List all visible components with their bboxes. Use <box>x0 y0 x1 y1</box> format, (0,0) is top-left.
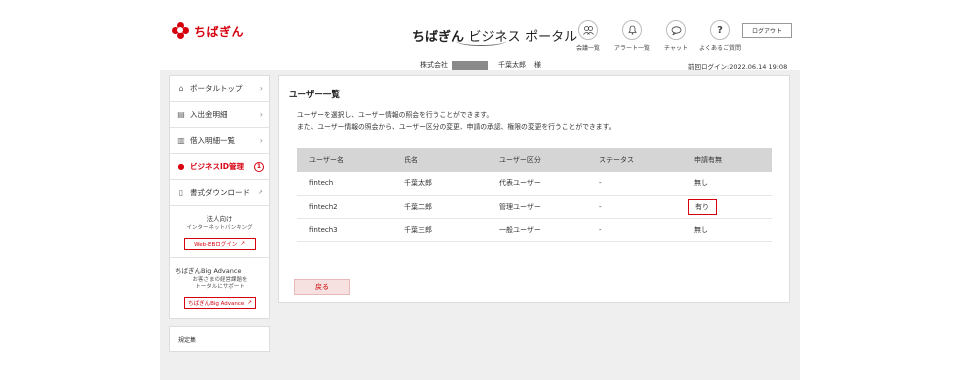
cell-username[interactable]: fintech <box>297 172 392 196</box>
left-margin <box>0 0 160 380</box>
chevron-right-icon: › <box>259 110 263 119</box>
chart-icon: ▥ <box>177 136 185 145</box>
page-title: ユーザー一覧 <box>289 90 340 100</box>
chevron-right-icon: › <box>259 136 263 145</box>
sidebar-item-label: 入出金明細 <box>190 110 228 119</box>
table-row[interactable]: fintech 千葉太郎 代表ユーザー - 無し <box>297 172 772 196</box>
cell-name: 千葉太郎 <box>392 172 487 196</box>
home-icon: ⌂ <box>178 84 184 93</box>
page-description: ユーザーを選択し、ユーザー情報の照会を行うことができます。 また、ユーザー情報の… <box>297 110 616 134</box>
cell-username[interactable]: fintech2 <box>297 195 392 219</box>
promo-subtitle: インターネットバンキング <box>186 225 253 231</box>
big-advance-button[interactable]: ちばぎんBig Advance ↗ <box>184 297 256 310</box>
sidebar-item-label: ビジネスID管理 <box>190 162 245 171</box>
promo-title: ちばぎんBig Advance <box>175 266 242 275</box>
header-icons: 会議一覧 アラート一覧 チャット ? よくあるご質問 <box>566 20 742 52</box>
faq-link[interactable]: ? よくあるご質問 <box>698 20 742 52</box>
button-label: ちばぎんBig Advance <box>188 301 245 308</box>
col-name: 氏名 <box>392 148 487 172</box>
big-advance-promo: ちばぎんBig Advance お客さまの経営課題を トータルにサポート ちばぎ… <box>170 258 269 316</box>
sidebar-item-form-download[interactable]: ▯ 書式ダウンロード ↗ <box>170 180 269 206</box>
chevron-right-icon: › <box>259 84 263 93</box>
external-link-icon: ↗ <box>257 189 263 196</box>
cell-user-type: 管理ユーザー <box>487 195 587 219</box>
alert-list-link[interactable]: アラート一覧 <box>610 20 654 52</box>
notification-badge: 1 <box>254 161 264 172</box>
logo-mark-icon <box>172 22 190 40</box>
portal-title: ちばぎん ビジネス ポータル <box>412 26 577 46</box>
cell-status: - <box>587 172 682 196</box>
cell-application: 有り <box>682 195 772 219</box>
sidebar-item-portal-top[interactable]: ⌂ ポータルトップ › <box>170 76 269 102</box>
rules-label: 規定集 <box>178 336 197 344</box>
chat-label: チャット <box>664 45 688 52</box>
brand-logo[interactable]: ちばぎん <box>172 22 244 40</box>
sidebar: ⌂ ポータルトップ › ▤ 入出金明細 › ▥ 借入明細一覧 › ● ビジネスI… <box>169 75 270 319</box>
sidebar-item-label: ポータルトップ <box>190 84 243 93</box>
faq-question-icon: ? <box>710 20 730 40</box>
cell-status: - <box>587 195 682 219</box>
sidebar-item-deposits[interactable]: ▤ 入出金明細 › <box>170 102 269 128</box>
alert-bell-icon <box>622 20 642 40</box>
application-highlight: 有り <box>688 198 717 215</box>
cell-user-type: 代表ユーザー <box>487 172 587 196</box>
company-prefix: 株式会社 <box>420 61 448 69</box>
back-button[interactable]: 戻る <box>294 279 350 295</box>
faq-label: よくあるご質問 <box>698 45 741 52</box>
alert-list-label: アラート一覧 <box>613 45 650 52</box>
logo-text: ちばぎん <box>194 24 245 39</box>
cell-name: 千葉二郎 <box>392 195 487 219</box>
description-line: また、ユーザー情報の照会から、ユーザー区分の変更、申請の承認、権限の変更を行うこ… <box>297 122 616 131</box>
rules-link[interactable]: 規定集 <box>169 326 270 352</box>
last-login: 前回ログイン:2022.06.14 19:08 <box>688 63 788 71</box>
title-swoosh <box>456 36 506 46</box>
contract-list-icon <box>578 20 598 40</box>
cell-application: 無し <box>682 218 772 242</box>
chat-link[interactable]: チャット <box>654 20 698 52</box>
col-application: 申請有無 <box>682 148 772 172</box>
company-info: 株式会社 千葉太郎 様 <box>420 60 541 70</box>
cell-application: 無し <box>682 172 772 196</box>
col-status: ステータス <box>587 148 682 172</box>
table-header-row: ユーザー名 氏名 ユーザー区分 ステータス 申請有無 <box>297 148 772 172</box>
description-line: ユーザーを選択し、ユーザー情報の照会を行うことができます。 <box>297 111 494 119</box>
chat-bubble-icon <box>666 20 686 40</box>
user-table: ユーザー名 氏名 ユーザー区分 ステータス 申請有無 fintech 千葉太郎 … <box>297 148 772 242</box>
redacted-company-name <box>452 60 488 70</box>
right-margin <box>800 0 960 380</box>
external-link-icon: ↗ <box>247 300 252 307</box>
promo-title: 法人向け <box>206 215 233 223</box>
list-icon: ▤ <box>177 110 185 119</box>
page: ちばぎん ちばぎん ビジネス ポータル 会議一覧 アラート一覧 チャット ? よ… <box>0 0 960 380</box>
contract-list-link[interactable]: 会議一覧 <box>566 20 610 52</box>
promo-subtitle: トータルにサポート <box>195 284 245 291</box>
table-row[interactable]: fintech3 千葉三郎 一般ユーザー - 無し <box>297 218 772 242</box>
table-row[interactable]: fintech2 千葉二郎 管理ユーザー - 有り <box>297 195 772 219</box>
col-user-type: ユーザー区分 <box>487 148 587 172</box>
document-icon: ▯ <box>178 188 184 197</box>
main-panel: ユーザー一覧 ユーザーを選択し、ユーザー情報の照会を行うことができます。 また、… <box>278 75 790 303</box>
sidebar-item-business-id[interactable]: ● ビジネスID管理 1 <box>170 154 269 180</box>
sidebar-item-label: 書式ダウンロード <box>190 188 250 197</box>
web-eb-login-button[interactable]: Web-EBログイン ↗ <box>183 237 256 250</box>
cell-name: 千葉三郎 <box>392 218 487 242</box>
user-icon: ● <box>177 162 185 171</box>
web-eb-promo: 法人向け インターネットバンキング Web-EBログイン ↗ <box>170 206 269 258</box>
cell-username[interactable]: fintech3 <box>297 218 392 242</box>
col-username: ユーザー名 <box>297 148 392 172</box>
button-label: Web-EBログイン <box>194 241 238 248</box>
sidebar-item-loans[interactable]: ▥ 借入明細一覧 › <box>170 128 269 154</box>
honorific: 様 <box>534 61 541 69</box>
cell-user-type: 一般ユーザー <box>487 218 587 242</box>
sidebar-item-label: 借入明細一覧 <box>190 136 235 145</box>
cell-status: - <box>587 218 682 242</box>
user-name: 千葉太郎 <box>498 61 526 69</box>
contract-list-label: 会議一覧 <box>575 45 600 52</box>
logout-button[interactable]: ログアウト <box>742 23 792 38</box>
external-link-icon: ↗ <box>240 240 245 247</box>
